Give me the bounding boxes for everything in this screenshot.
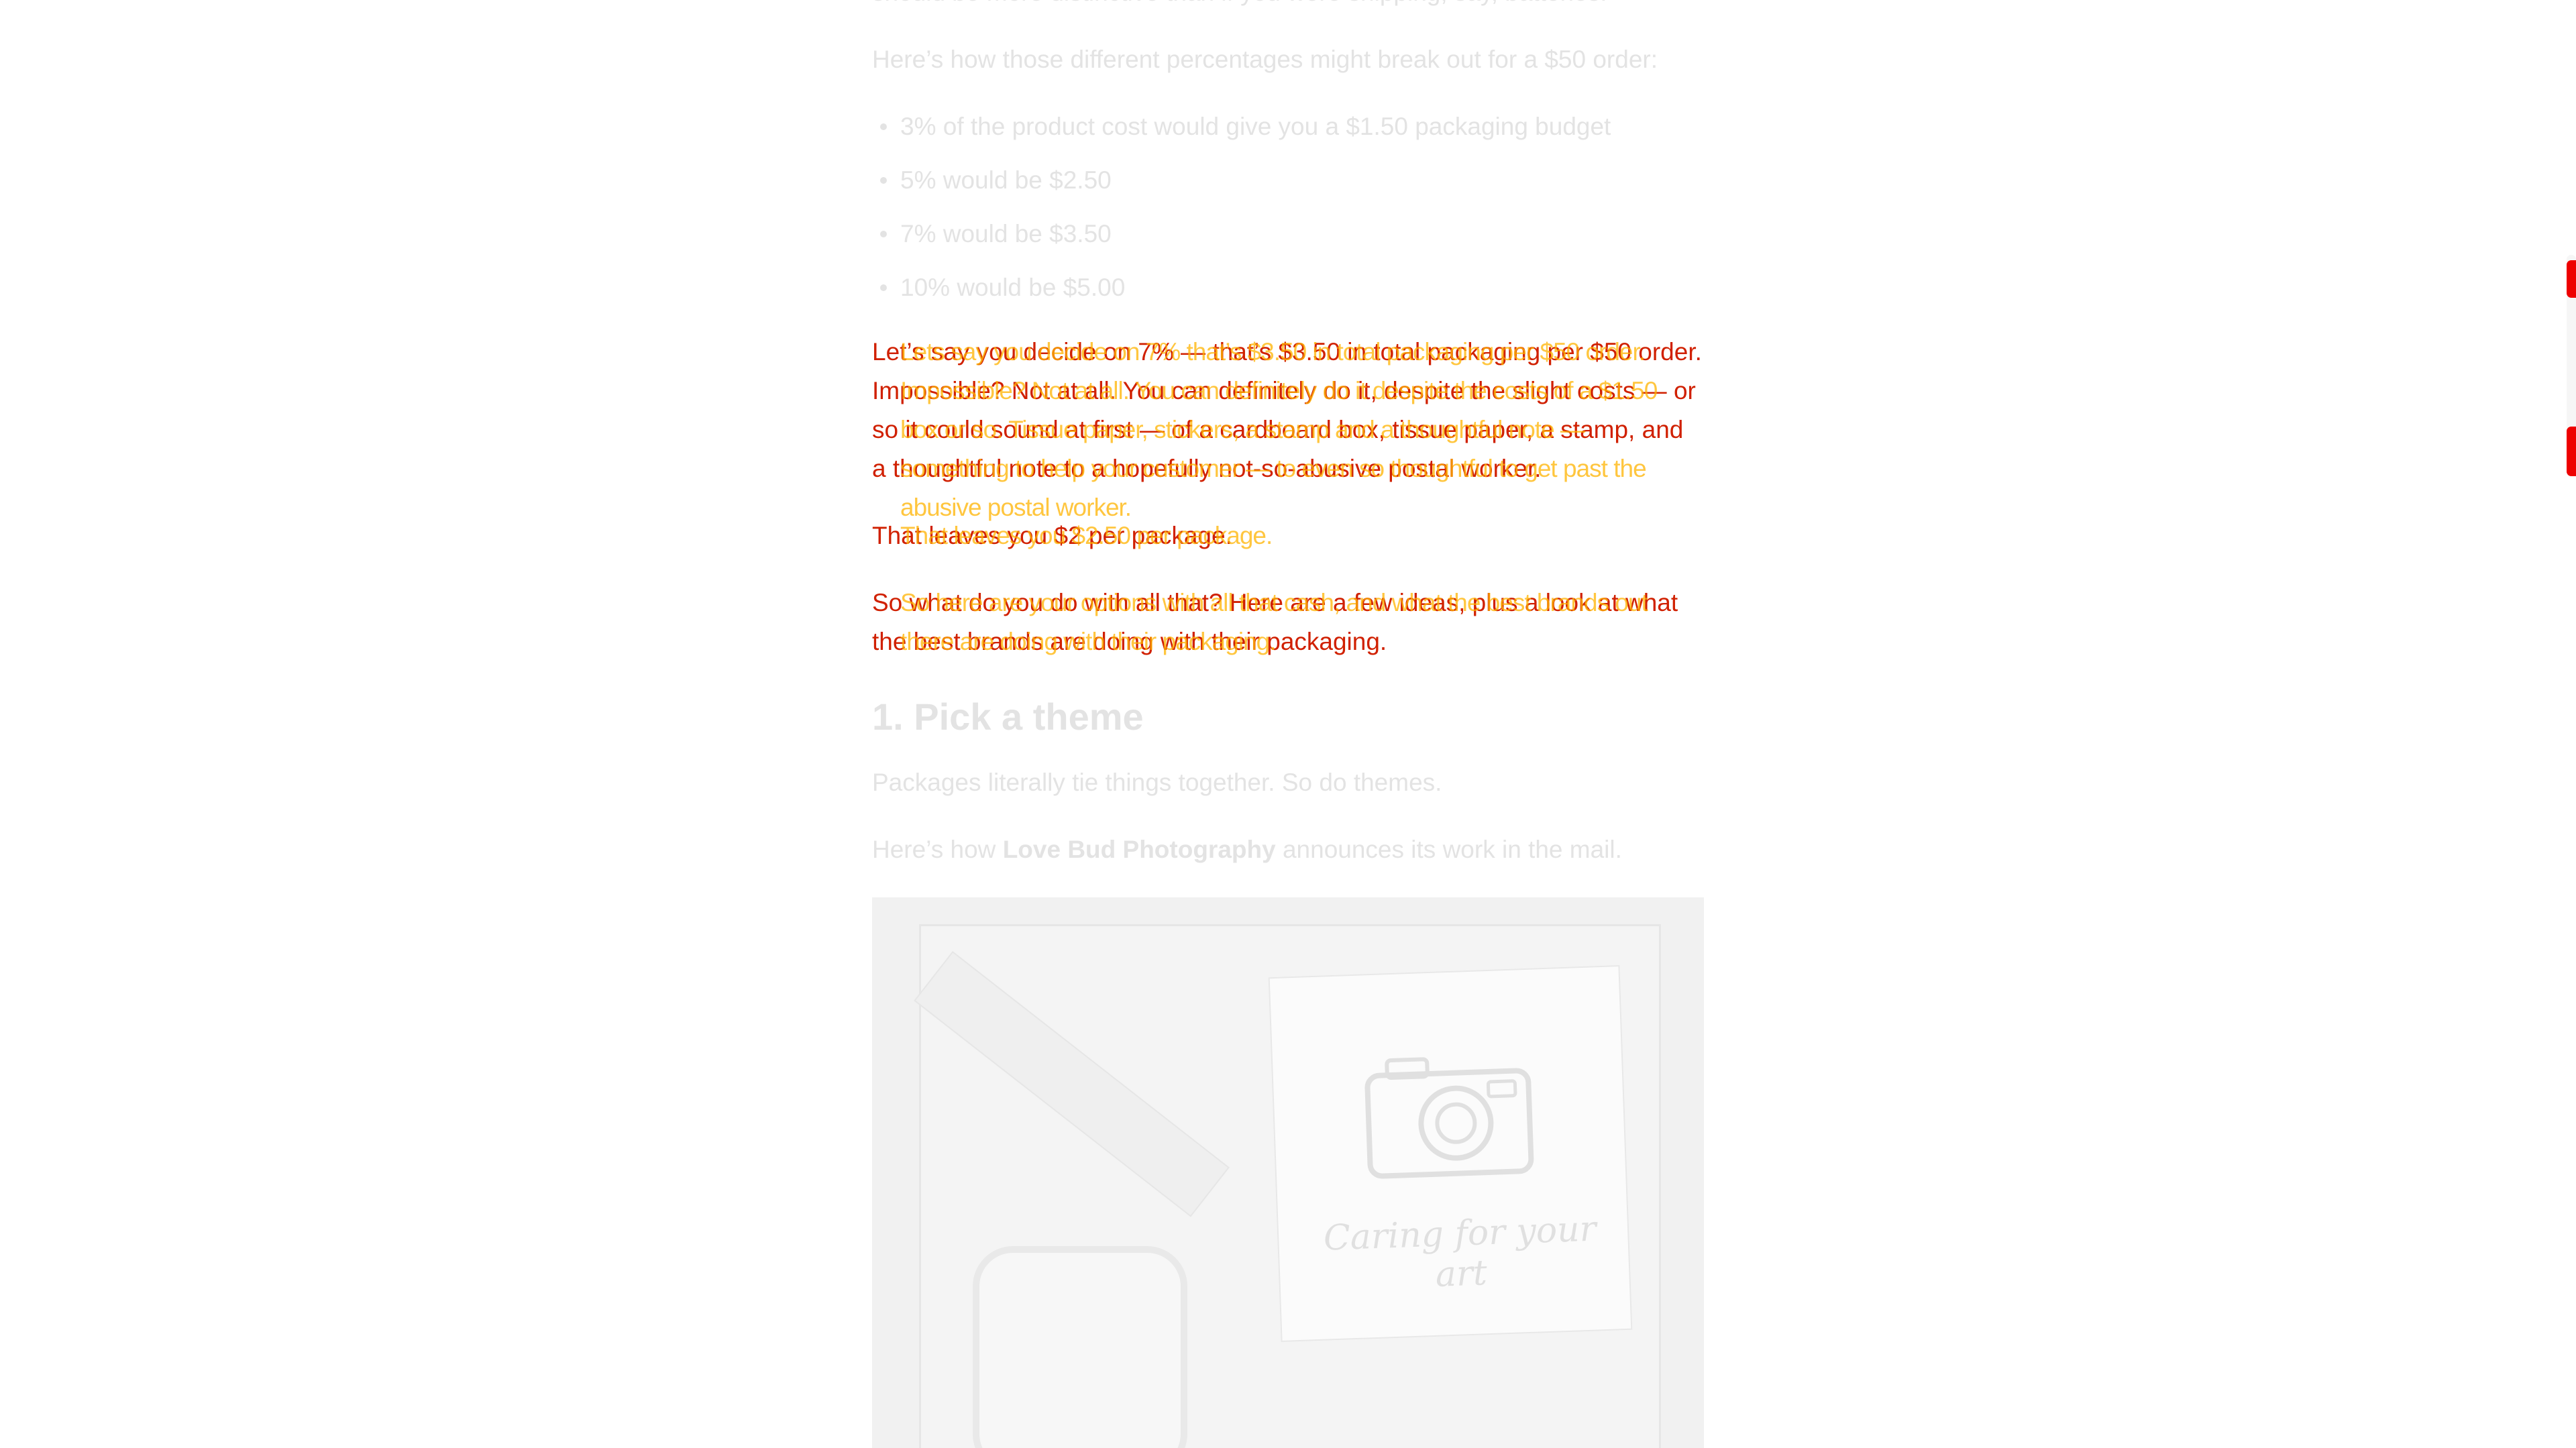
highlighted-text[interactable]: So what do you do with all that? Here ar… <box>872 583 1704 661</box>
intro-line: should be more distinctive than if you w… <box>872 0 1704 12</box>
photo-card: Caring for your art <box>1268 965 1633 1342</box>
list-item: 3% of the product cost would give you a … <box>880 107 1704 146</box>
scrollbar[interactable] <box>2563 255 2576 476</box>
highlighted-paragraph-2[interactable]: That leaves you $2 per package. That lea… <box>872 516 1704 555</box>
highlighted-paragraph-3[interactable]: So what do you do with all that? Here ar… <box>872 583 1704 661</box>
search-match-marker[interactable] <box>2567 427 2576 476</box>
page-viewport: should be more distinctive than if you w… <box>0 0 2576 1448</box>
list-item: 7% would be $3.50 <box>880 215 1704 254</box>
article-body: should be more distinctive than if you w… <box>872 0 1704 1448</box>
theme-paragraph: Packages literally tie things together. … <box>872 769 1442 796</box>
highlighted-text[interactable]: Let’s say you decide on 7% — that’s $3.5… <box>872 333 1704 488</box>
jar-shape <box>973 1246 1187 1448</box>
list-item: 5% would be $2.50 <box>880 161 1704 200</box>
example-prefix: Here’s how <box>872 836 1003 863</box>
example-paragraph: Here’s how Love Bud Photography announce… <box>872 830 1704 869</box>
highlighted-paragraph-1[interactable]: Let’s say you decide on 7% — that’s $3.5… <box>872 333 1704 521</box>
list-item: 10% would be $5.00 <box>880 268 1704 307</box>
search-match-marker[interactable] <box>2567 260 2576 298</box>
card-script-text: Caring for your art <box>1322 1209 1597 1295</box>
brand-link[interactable]: Love Bud Photography <box>1003 836 1276 863</box>
breakdown-intro: Here’s how those different percentages m… <box>872 46 1658 73</box>
camera-icon <box>1364 1057 1534 1179</box>
budget-list: 3% of the product cost would give you a … <box>872 107 1704 307</box>
packaging-photo: Caring for your art <box>872 897 1704 1448</box>
section-heading: 1. Pick a theme <box>872 695 1144 738</box>
highlighted-text[interactable]: That leaves you $2 per package. <box>872 516 1704 555</box>
example-suffix: announces its work in the mail. <box>1275 836 1622 863</box>
